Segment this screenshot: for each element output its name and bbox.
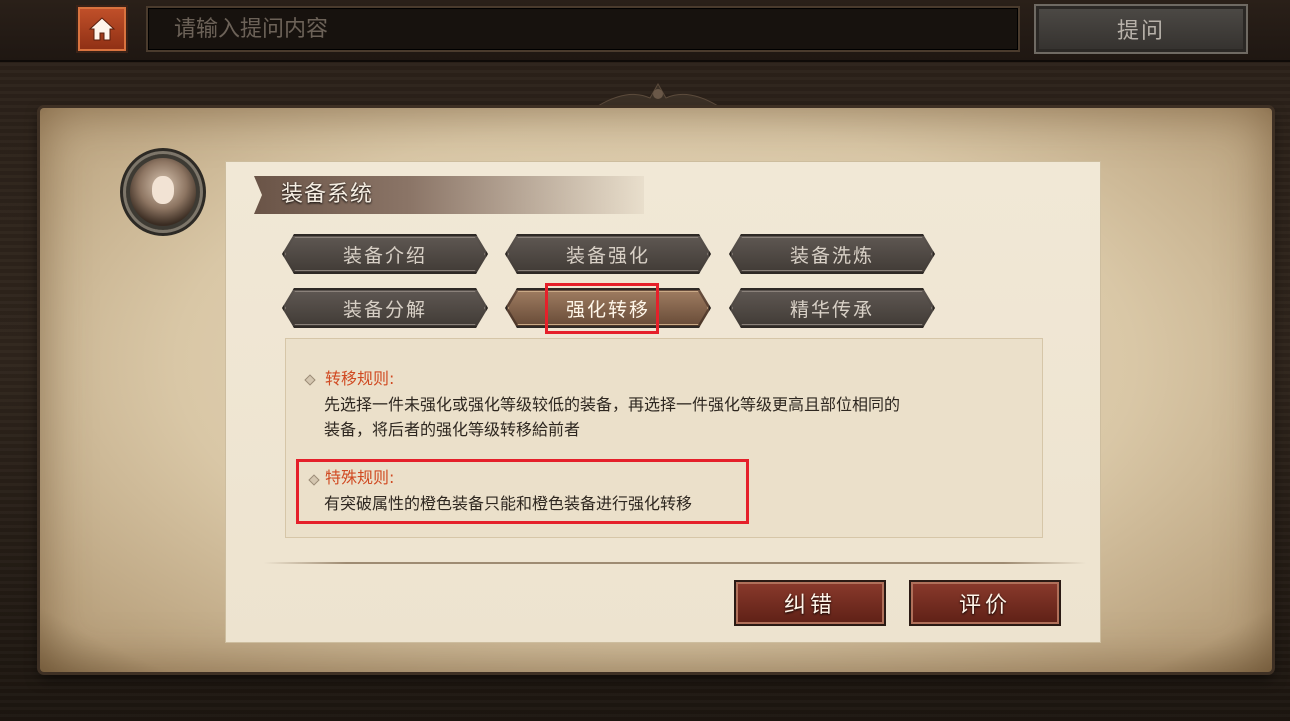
ornament-icon bbox=[598, 82, 718, 107]
rule-text-line: 先选择一件未强化或强化等级较低的装备，再选择一件强化等级更高且部位相同的 bbox=[324, 395, 901, 414]
rule-heading-transfer: 转移规则: bbox=[325, 369, 395, 388]
tab-essence-inherit[interactable]: 精华传承 bbox=[729, 288, 935, 328]
tab-label: 装备分解 bbox=[342, 298, 427, 321]
home-icon bbox=[88, 17, 116, 41]
correct-button-label: 纠错 bbox=[783, 593, 836, 618]
home-button[interactable] bbox=[76, 5, 128, 53]
tab-label: 装备洗炼 bbox=[789, 244, 874, 267]
ask-button-label: 提问 bbox=[1116, 19, 1165, 44]
rule-text-line: 装备，将后者的强化等级转移給前者 bbox=[324, 420, 581, 439]
tab-equipment-refine[interactable]: 装备洗炼 bbox=[729, 234, 935, 274]
avatar-face bbox=[152, 176, 174, 204]
divider bbox=[264, 562, 1086, 564]
tab-label: 精华传承 bbox=[789, 298, 874, 321]
ask-button[interactable]: 提问 bbox=[1034, 4, 1248, 54]
tab-label: 强化转移 bbox=[565, 298, 650, 321]
rule-heading-special: 特殊规则: bbox=[325, 468, 395, 487]
rate-button-label: 评价 bbox=[958, 593, 1011, 618]
tab-enhance-transfer[interactable]: 强化转移 bbox=[505, 288, 711, 328]
tab-equipment-enhance[interactable]: 装备强化 bbox=[505, 234, 711, 274]
search-field[interactable] bbox=[146, 6, 1020, 52]
rule-text-line: 有突破属性的橙色装备只能和橙色装备进行强化转移 bbox=[324, 494, 693, 513]
avatar bbox=[126, 154, 200, 230]
page-title: 装备系统 bbox=[281, 182, 374, 207]
search-input[interactable] bbox=[148, 8, 1018, 50]
rate-button[interactable]: 评价 bbox=[909, 580, 1061, 626]
tab-label: 装备介绍 bbox=[342, 244, 427, 267]
top-bar: 提问 bbox=[0, 0, 1290, 62]
tab-equipment-intro[interactable]: 装备介绍 bbox=[282, 234, 488, 274]
tab-label: 装备强化 bbox=[565, 244, 650, 267]
tab-equipment-dismantle[interactable]: 装备分解 bbox=[282, 288, 488, 328]
correct-button[interactable]: 纠错 bbox=[734, 580, 886, 626]
